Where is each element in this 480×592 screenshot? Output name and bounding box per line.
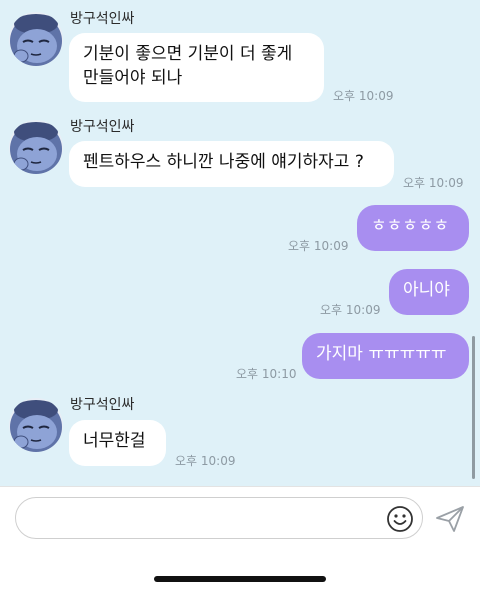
message-time: 오후 10:09 <box>403 176 464 190</box>
message-line: 만들어야 되나 <box>83 68 183 88</box>
message-input[interactable] <box>15 497 423 539</box>
sender-name: 방구석인싸 <box>70 119 135 135</box>
home-indicator <box>154 576 326 582</box>
sender-avatar[interactable] <box>9 12 63 66</box>
message-text: 너무한걸 <box>83 431 146 451</box>
incoming-message-bubble[interactable]: 너무한걸 <box>69 420 166 466</box>
sender-name: 방구석인싸 <box>70 397 135 413</box>
outgoing-message-bubble[interactable]: 가지마 ㅠㅠㅠㅠㅠ <box>302 333 469 379</box>
sleepy-character-avatar-icon <box>9 398 63 452</box>
send-arrow-icon[interactable] <box>434 504 466 534</box>
scrollbar[interactable] <box>472 336 475 479</box>
smiley-icon[interactable] <box>386 505 414 533</box>
outgoing-message-bubble[interactable]: ㅎㅎㅎㅎㅎ <box>357 205 469 251</box>
chat-area[interactable]: 방구석인싸 기분이 좋으면 기분이 더 좋게 만들어야 되나 오후 10:09 … <box>0 0 480 486</box>
incoming-message-bubble[interactable]: 펜트하우스 하니깐 나중에 얘기하자고 ? <box>69 141 394 187</box>
message-text: 펜트하우스 하니깐 나중에 얘기하자고 ? <box>83 152 364 172</box>
sleepy-character-avatar-icon <box>9 12 63 66</box>
sleepy-character-avatar-icon <box>9 120 63 174</box>
message-text: 아니야 <box>403 280 450 300</box>
sender-avatar[interactable] <box>9 398 63 452</box>
message-time: 오후 10:09 <box>333 89 394 103</box>
outgoing-message-bubble[interactable]: 아니야 <box>389 269 469 315</box>
input-bar <box>0 486 480 592</box>
incoming-message-bubble[interactable]: 기분이 좋으면 기분이 더 좋게 만들어야 되나 <box>69 33 324 102</box>
message-time: 오후 10:10 <box>236 367 297 381</box>
message-time: 오후 10:09 <box>175 454 236 468</box>
message-time: 오후 10:09 <box>320 303 381 317</box>
sender-name: 방구석인싸 <box>70 11 135 27</box>
message-text: ㅎㅎㅎㅎㅎ <box>371 216 450 236</box>
message-text: 가지마 ㅠㅠㅠㅠㅠ <box>316 344 447 364</box>
message-line: 기분이 좋으면 기분이 더 좋게 <box>83 44 293 64</box>
sender-avatar[interactable] <box>9 120 63 174</box>
message-time: 오후 10:09 <box>288 239 349 253</box>
